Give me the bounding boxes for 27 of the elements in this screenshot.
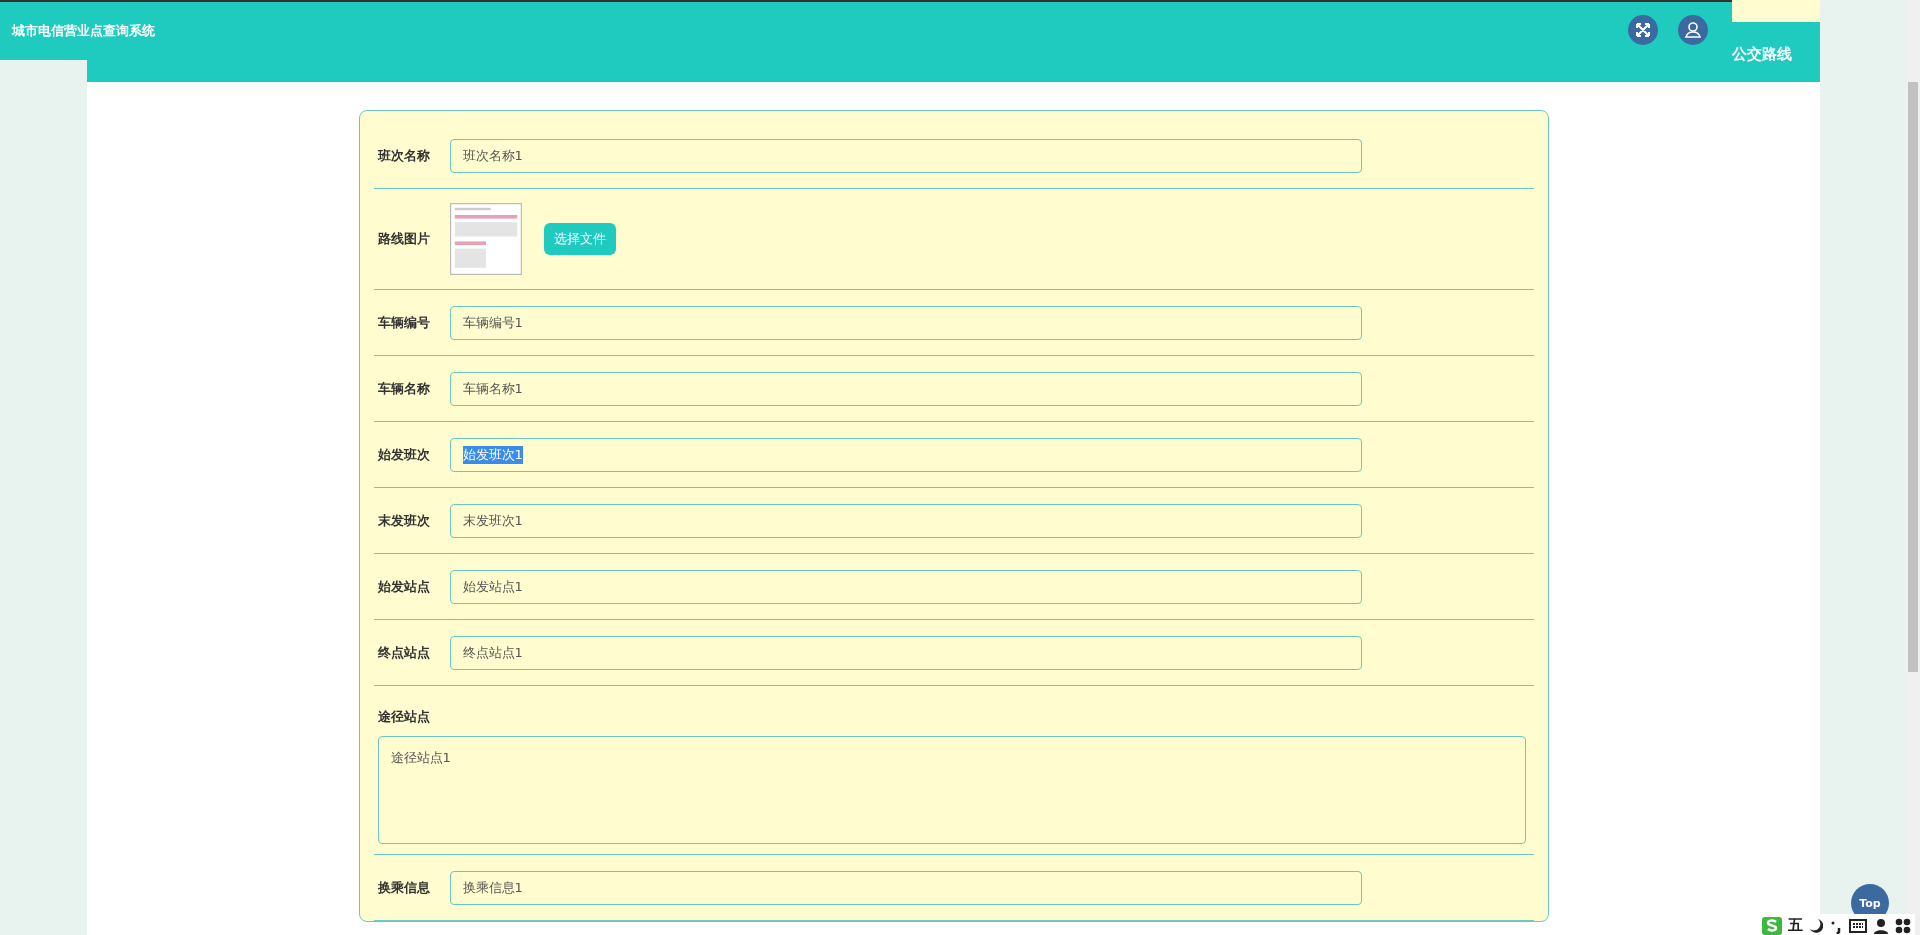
scrollbar[interactable]	[1906, 0, 1920, 935]
input-field[interactable]: 车辆编号1	[449, 305, 1362, 340]
input-field[interactable]: 终点站点1	[449, 635, 1362, 670]
ime-mode[interactable]: 五	[1788, 916, 1803, 935]
app-title: 城市电信营业点查询系统	[12, 22, 155, 40]
moon-icon[interactable]	[1809, 917, 1823, 934]
keyboard-icon[interactable]	[1849, 918, 1867, 933]
textarea-field[interactable]: 途径站点1	[377, 736, 1526, 844]
field-label: 班次名称	[377, 146, 431, 165]
grid-icon[interactable]	[1895, 917, 1911, 934]
field-label: 始发班次	[377, 445, 431, 464]
input-field[interactable]: 换乘信息1	[449, 870, 1362, 905]
field-label: 换乘信息	[377, 878, 431, 897]
field-label: 车辆名称	[377, 379, 431, 398]
field-label: 车辆编号	[377, 313, 431, 332]
input-field[interactable]: 始发站点1	[449, 569, 1362, 604]
input-field[interactable]: 末发班次1	[449, 503, 1362, 538]
field-label: 始发站点	[377, 577, 431, 596]
input-field[interactable]: 车辆名称1	[449, 371, 1362, 406]
field-label: 末发班次	[377, 511, 431, 530]
input-field[interactable]: 班次名称1	[449, 138, 1362, 173]
fullscreen-icon[interactable]	[1628, 15, 1658, 45]
field-label: 路线图片	[377, 230, 431, 248]
breadcrumb: 公交路线	[1732, 45, 1792, 64]
user-icon[interactable]	[1873, 917, 1889, 934]
field-label: 终点站点	[377, 643, 431, 662]
field-label: 途径站点	[377, 708, 431, 726]
